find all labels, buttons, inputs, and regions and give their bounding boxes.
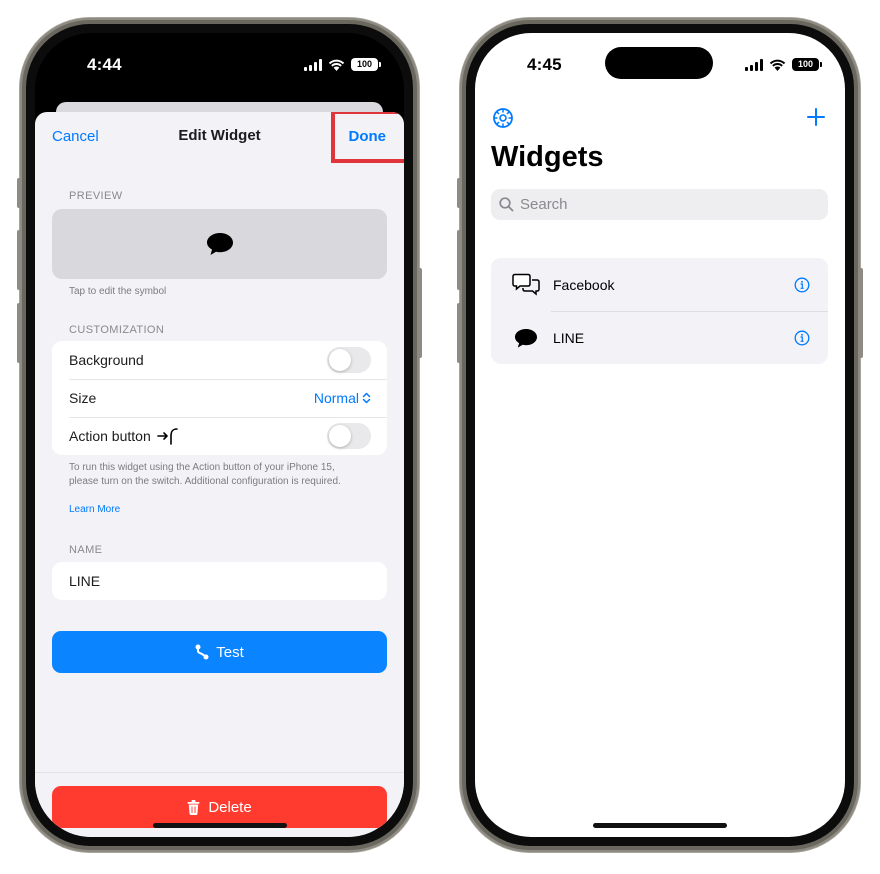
power-button bbox=[859, 268, 863, 358]
right-phone-frame: 4:45 100 Widgets Search Facebook LINE bbox=[457, 18, 863, 852]
customization-group: Background Size Normal Action button bbox=[52, 341, 387, 455]
battery-level: 100 bbox=[356, 59, 373, 69]
learn-more-link[interactable]: Learn More bbox=[69, 504, 120, 515]
list-item-label: Facebook bbox=[553, 276, 615, 293]
status-time: 4:45 bbox=[527, 55, 562, 74]
settings-button[interactable] bbox=[492, 107, 514, 134]
background-row: Background bbox=[52, 341, 387, 379]
delete-label: Delete bbox=[208, 798, 252, 816]
trash-icon bbox=[187, 799, 200, 815]
done-highlight-box bbox=[331, 112, 404, 163]
customization-section-label: CUSTOMIZATION bbox=[69, 324, 165, 336]
battery-level: 100 bbox=[797, 59, 814, 69]
home-indicator bbox=[152, 823, 287, 828]
size-label: Size bbox=[69, 390, 97, 406]
status-time: 4:44 bbox=[87, 55, 122, 74]
page-title: Widgets bbox=[491, 141, 604, 173]
two-speech-bubbles-icon bbox=[512, 273, 540, 296]
preview-section-label: PREVIEW bbox=[69, 190, 123, 202]
test-button[interactable]: Test bbox=[52, 631, 387, 673]
battery-icon: 100 bbox=[792, 58, 822, 71]
nav-bar: Cancel Edit Widget Done bbox=[35, 112, 404, 163]
background-label: Background bbox=[69, 352, 144, 368]
speech-bubble-icon bbox=[206, 233, 233, 255]
name-value: LINE bbox=[69, 573, 101, 589]
size-value: Normal bbox=[313, 390, 359, 406]
search-icon bbox=[499, 197, 514, 212]
volume-down-button bbox=[17, 303, 21, 363]
action-button-icon bbox=[156, 428, 178, 445]
info-icon[interactable] bbox=[794, 277, 810, 293]
volume-down-button bbox=[457, 303, 461, 363]
size-row[interactable]: Size Normal bbox=[52, 379, 387, 417]
plus-icon bbox=[807, 108, 825, 126]
info-icon[interactable] bbox=[794, 330, 810, 346]
background-toggle[interactable] bbox=[327, 347, 371, 373]
wifi-icon bbox=[769, 59, 786, 71]
add-widget-button[interactable] bbox=[806, 107, 826, 132]
shortcut-run-icon bbox=[195, 644, 209, 660]
widget-list: Facebook LINE bbox=[491, 258, 828, 364]
chevron-up-down-icon bbox=[362, 392, 371, 404]
left-phone-frame: 4:44 100 Cancel Edit Widget Done PREVIEW bbox=[17, 18, 422, 852]
name-field[interactable]: LINE bbox=[52, 562, 387, 600]
search-input[interactable]: Search bbox=[491, 189, 828, 220]
action-button-footnote: To run this widget using the Action butt… bbox=[69, 462, 341, 487]
preview-hint: Tap to edit the symbol bbox=[69, 286, 167, 297]
action-button-toggle[interactable] bbox=[327, 423, 371, 449]
edit-widget-screen: 4:44 100 Cancel Edit Widget Done PREVIEW bbox=[35, 33, 404, 837]
side-button bbox=[17, 178, 21, 208]
list-item-line[interactable]: LINE bbox=[491, 311, 828, 364]
speech-bubble-icon bbox=[515, 328, 537, 348]
list-item-facebook[interactable]: Facebook bbox=[491, 258, 828, 311]
status-bar: 4:44 100 bbox=[35, 33, 404, 87]
action-button-row: Action button bbox=[52, 417, 387, 455]
edit-widget-sheet: Cancel Edit Widget Done PREVIEW Tap to e… bbox=[35, 112, 404, 837]
battery-icon: 100 bbox=[351, 58, 381, 71]
action-button-label: Action button bbox=[69, 428, 151, 444]
volume-up-button bbox=[457, 230, 461, 290]
name-section-label: NAME bbox=[69, 544, 103, 556]
list-item-label: LINE bbox=[553, 329, 585, 346]
wifi-icon bbox=[328, 59, 345, 71]
test-label: Test bbox=[216, 643, 244, 661]
search-placeholder: Search bbox=[520, 196, 568, 213]
volume-up-button bbox=[17, 230, 21, 290]
delete-button[interactable]: Delete bbox=[52, 786, 387, 828]
cellular-signal-icon bbox=[304, 58, 322, 71]
widgets-screen: 4:45 100 Widgets Search Facebook LINE bbox=[475, 33, 845, 837]
side-button bbox=[457, 178, 461, 208]
home-indicator bbox=[593, 823, 727, 828]
power-button bbox=[418, 268, 422, 358]
status-bar: 4:45 100 bbox=[475, 33, 845, 87]
symbol-preview[interactable] bbox=[52, 209, 387, 279]
dynamic-island bbox=[605, 47, 713, 79]
cellular-signal-icon bbox=[745, 58, 763, 71]
gear-icon bbox=[493, 108, 513, 128]
size-picker[interactable]: Normal bbox=[314, 390, 371, 406]
